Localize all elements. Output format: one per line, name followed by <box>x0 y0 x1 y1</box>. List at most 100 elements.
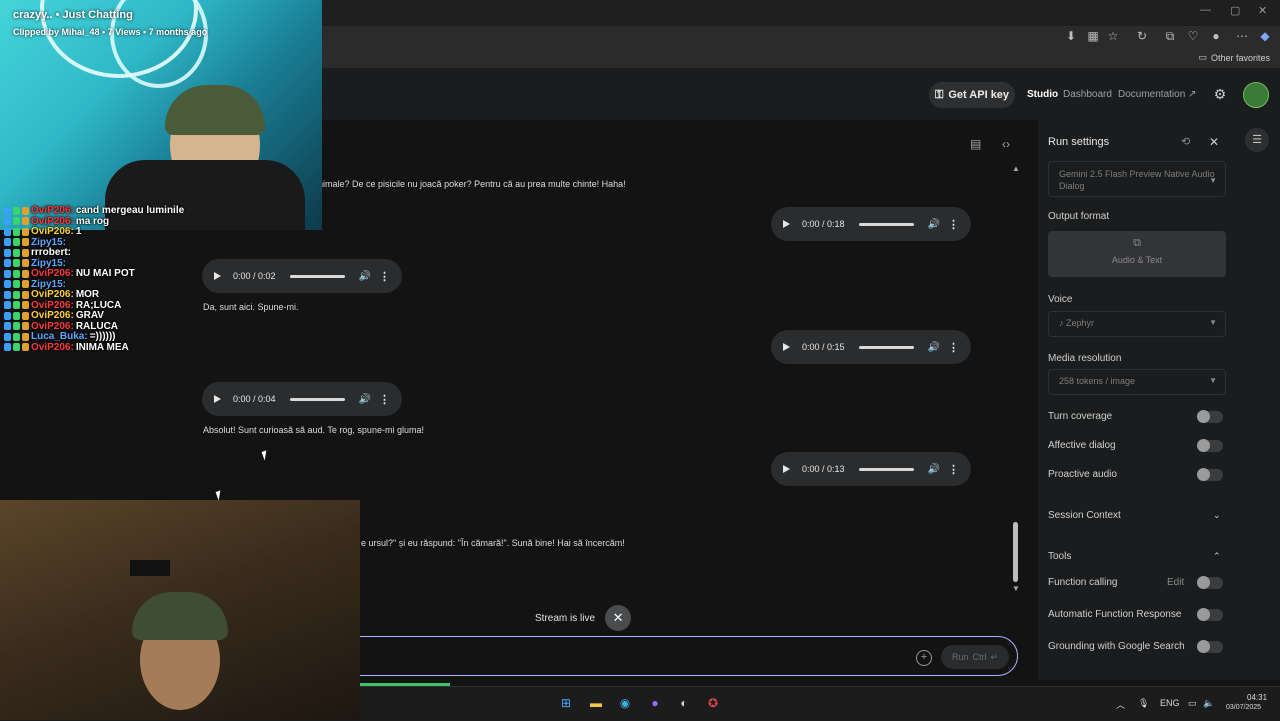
voice-select[interactable]: ♪ Zephyr ▼ <box>1048 311 1226 337</box>
chat-username[interactable]: rrrobert: <box>31 247 71 258</box>
audio-seek-bar[interactable] <box>858 222 914 226</box>
session-context-label[interactable]: Session Context <box>1048 510 1121 521</box>
close-window-icon[interactable]: ✕ <box>1258 4 1267 17</box>
volume-icon[interactable]: 🔊 <box>928 342 940 353</box>
media-resolution-select[interactable]: 258 tokens / image ▼ <box>1048 369 1226 395</box>
steam-icon[interactable]: ◐ <box>675 694 693 712</box>
add-media-icon[interactable]: + <box>916 650 932 666</box>
audio-seek-bar[interactable] <box>289 397 345 401</box>
close-stream-icon[interactable]: ✕ <box>605 605 632 631</box>
audio-player-model-2[interactable]: 0:00 / 0:04 🔊 ⋮ <box>202 382 402 416</box>
grounding-toggle[interactable] <box>1197 640 1223 653</box>
more-options-icon[interactable]: ⋮ <box>948 341 959 354</box>
chat-username[interactable]: OviP206: <box>31 342 74 353</box>
code-icon[interactable]: ‹› <box>1002 137 1010 151</box>
audio-player-model-1[interactable]: 0:00 / 0:02 🔊 ⋮ <box>202 259 402 293</box>
chat-username[interactable]: Zipy15: <box>31 279 66 290</box>
affective-dialog-toggle[interactable] <box>1197 439 1223 452</box>
clock-date[interactable]: 03/07/2025 <box>1226 704 1261 711</box>
discord-icon[interactable]: ● <box>646 694 664 712</box>
right-rail <box>1234 120 1280 680</box>
chat-username[interactable]: Zipy15: <box>31 258 66 269</box>
clipboard-icon[interactable]: ▤ <box>970 137 981 151</box>
audio-seek-bar[interactable] <box>858 467 914 471</box>
mic-tray-icon[interactable]: 🎙 <box>1138 698 1149 709</box>
chat-username[interactable]: OviP206: <box>31 310 74 321</box>
chat-username[interactable]: Zipy15: <box>31 237 66 248</box>
copilot-icon[interactable]: ◆ <box>1258 29 1272 43</box>
nav-dashboard[interactable]: Dashboard <box>1063 89 1112 100</box>
tray-chevron-icon[interactable]: ︿ <box>1116 698 1125 711</box>
profile-icon[interactable]: ● <box>1209 29 1223 43</box>
minimize-icon[interactable]: — <box>1200 4 1211 16</box>
tune-icon[interactable]: ☰ <box>1245 128 1269 152</box>
app-icon[interactable]: ✪ <box>704 694 722 712</box>
tools-label[interactable]: Tools <box>1048 551 1071 562</box>
chat-username[interactable]: OviP206: <box>31 205 74 216</box>
chevron-up-icon[interactable]: ⌃ <box>1213 551 1221 562</box>
gear-icon[interactable]: ⚙ <box>1212 86 1228 102</box>
audio-seek-bar[interactable] <box>289 274 345 278</box>
chat-scrollbar[interactable] <box>1013 522 1018 582</box>
other-favorites[interactable]: ▭ Other favorites <box>1198 52 1270 63</box>
volume-icon[interactable]: 🔊 <box>928 219 940 230</box>
extensions-icon[interactable]: ♡ <box>1186 29 1200 43</box>
chat-badge-icon <box>13 238 20 246</box>
more-options-icon[interactable]: ⋮ <box>948 218 959 231</box>
nav-documentation[interactable]: Documentation ↗ <box>1118 89 1196 100</box>
windows-start-icon[interactable]: ⊞ <box>557 694 575 712</box>
auto-function-toggle[interactable] <box>1197 608 1223 621</box>
chat-username[interactable]: Luca_Buka: <box>31 331 88 342</box>
chat-username[interactable]: OviP206: <box>31 300 74 311</box>
more-menu-icon[interactable]: ⋯ <box>1235 29 1249 43</box>
turn-coverage-toggle[interactable] <box>1197 410 1223 423</box>
network-icon[interactable]: ▭ <box>1188 698 1197 709</box>
favorite-star-icon[interactable]: ☆ <box>1106 29 1120 43</box>
language-indicator[interactable]: ENG <box>1160 698 1180 708</box>
chat-username[interactable]: OviP206: <box>31 226 74 237</box>
play-icon[interactable] <box>783 220 790 228</box>
play-icon[interactable] <box>783 343 790 351</box>
play-icon[interactable] <box>214 395 221 403</box>
collections-icon[interactable]: ⧉ <box>1163 29 1177 43</box>
chat-username[interactable]: OviP206: <box>31 268 74 279</box>
audio-seek-bar[interactable] <box>858 345 914 349</box>
function-calling-toggle[interactable] <box>1197 576 1223 589</box>
maximize-icon[interactable]: ▢ <box>1230 4 1240 17</box>
volume-icon[interactable]: 🔊 <box>359 394 371 405</box>
audio-player-user-2[interactable]: 0:00 / 0:15 🔊 ⋮ <box>771 330 971 364</box>
clock-time[interactable]: 04:31 <box>1247 693 1267 702</box>
edge-icon[interactable]: ◉ <box>616 694 634 712</box>
chat-badge-icon <box>4 322 11 330</box>
chat-username[interactable]: OviP206: <box>31 289 74 300</box>
avatar[interactable] <box>1243 82 1269 108</box>
more-options-icon[interactable]: ⋮ <box>379 393 390 406</box>
volume-icon[interactable]: 🔊 <box>928 464 940 475</box>
get-api-key-button[interactable]: ⚿ Get API key <box>929 82 1015 108</box>
run-button[interactable]: Run Ctrl ↵ <box>941 645 1009 669</box>
close-icon[interactable]: ✕ <box>1209 135 1219 149</box>
scroll-down-icon[interactable]: ▼ <box>1012 584 1020 593</box>
more-options-icon[interactable]: ⋮ <box>379 270 390 283</box>
more-options-icon[interactable]: ⋮ <box>948 463 959 476</box>
nav-studio[interactable]: Studio <box>1027 89 1058 100</box>
audio-player-user-1[interactable]: 0:00 / 0:18 🔊 ⋮ <box>771 207 971 241</box>
mic-icon[interactable]: ⬇ <box>1064 29 1078 43</box>
volume-tray-icon[interactable]: 🔈 <box>1203 698 1214 709</box>
play-icon[interactable] <box>783 465 790 473</box>
refresh-icon[interactable]: ↻ <box>1135 29 1149 43</box>
proactive-audio-toggle[interactable] <box>1197 468 1223 481</box>
chat-username[interactable]: OviP206: <box>31 216 74 227</box>
audio-player-user-3[interactable]: 0:00 / 0:13 🔊 ⋮ <box>771 452 971 486</box>
tab-grid-icon[interactable]: ▦ <box>1086 29 1100 43</box>
file-explorer-icon[interactable]: ▬ <box>587 694 605 712</box>
reset-icon[interactable]: ⟲ <box>1181 135 1190 148</box>
volume-icon[interactable]: 🔊 <box>359 271 371 282</box>
output-format-option[interactable]: ⧉ Audio & Text <box>1048 231 1226 277</box>
model-select[interactable]: Gemini 2.5 Flash Preview Native Audio Di… <box>1048 161 1226 197</box>
chevron-down-icon[interactable]: ⌄ <box>1213 510 1221 521</box>
edit-link[interactable]: Edit <box>1167 577 1184 588</box>
play-icon[interactable] <box>214 272 221 280</box>
chat-username[interactable]: OviP206: <box>31 321 74 332</box>
scroll-up-icon[interactable]: ▲ <box>1012 164 1020 173</box>
